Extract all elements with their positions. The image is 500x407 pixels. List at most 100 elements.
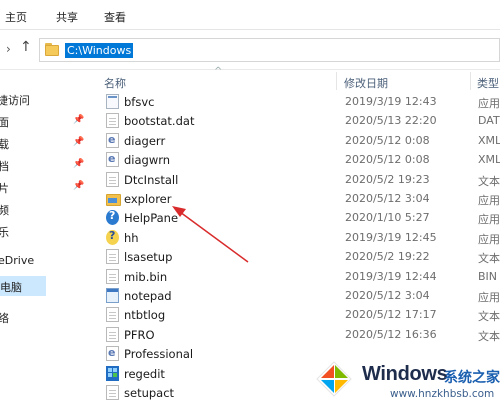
xml-file-icon — [106, 132, 119, 148]
nav-item-quick-access[interactable]: 捷访问 — [0, 92, 57, 108]
navigation-pane: 捷访问 面 📌 载 📌 档 📌 片 📌 频 乐 eDrive 电脑 络 — [0, 70, 93, 407]
file-name: regedit — [124, 366, 165, 381]
tab-home[interactable]: 主页 — [5, 9, 27, 25]
tab-share[interactable]: 共享 — [56, 9, 78, 25]
file-row[interactable]: diagerr 2020/5/12 0:08 XML — [93, 131, 500, 150]
reg-file-icon — [106, 365, 119, 381]
sort-ascending-icon: ^ — [214, 66, 223, 77]
file-name: mib.bin — [124, 269, 168, 284]
file-type: 应用 — [478, 213, 500, 227]
file-row[interactable]: lsasetup 2020/5/2 19:22 文本 — [93, 247, 500, 266]
file-modified-date: 2019/3/19 12:44 — [345, 269, 437, 283]
note-file-icon — [106, 288, 119, 303]
recent-locations-chevron-icon[interactable]: › — [6, 42, 11, 56]
xml-file-icon — [106, 152, 119, 168]
nav-item-desktop[interactable]: 面 — [0, 114, 9, 130]
nav-item-this-pc[interactable]: 电脑 — [0, 276, 46, 296]
file-name: PFRO — [124, 327, 155, 342]
file-modified-date: 2019/3/19 12:43 — [345, 95, 437, 108]
file-type: BIN — [478, 269, 498, 283]
file-modified-date: 2020/1/10 5:27 — [345, 211, 430, 225]
file-type: 应用 — [478, 232, 500, 246]
file-modified-date: 2019/3/19 12:45 — [345, 230, 437, 244]
file-row[interactable]: notepad 2020/5/12 3:04 应用 — [93, 286, 500, 305]
column-divider[interactable] — [470, 72, 471, 90]
file-row[interactable]: DtcInstall 2020/5/2 19:23 文本 — [93, 170, 500, 189]
file-name: notepad — [124, 289, 172, 303]
file-name: DtcInstall — [124, 172, 179, 187]
file-modified-date: 2020/5/12 3:04 — [345, 289, 430, 302]
file-type: 文本 — [478, 310, 500, 324]
column-header-name[interactable]: 名称 — [104, 75, 126, 91]
pin-icon[interactable]: 📌 — [73, 137, 84, 147]
file-name: HelpPane — [124, 211, 179, 226]
column-header-modified[interactable]: 修改日期 — [344, 75, 388, 91]
doc-file-icon — [106, 171, 119, 187]
file-type: 文本 — [478, 252, 500, 266]
file-modified-date: 2020/5/2 19:22 — [345, 250, 430, 264]
file-name: setupact — [124, 386, 175, 400]
file-name: explorer — [124, 192, 172, 206]
nav-item-videos[interactable]: 频 — [0, 202, 9, 218]
nav-item-network[interactable]: 络 — [0, 310, 9, 326]
file-type: DAT — [478, 114, 500, 128]
nav-item-onedrive[interactable]: eDrive — [0, 254, 34, 267]
doc-file-icon — [106, 268, 119, 284]
file-type: 应用 — [478, 291, 500, 304]
pin-icon[interactable]: 📌 — [73, 115, 84, 125]
address-path-text[interactable]: C:\Windows — [65, 43, 134, 58]
nav-item-documents[interactable]: 档 — [0, 158, 9, 174]
file-row[interactable]: explorer 2020/5/12 3:04 应用 — [93, 189, 500, 208]
pin-icon[interactable]: 📌 — [73, 181, 84, 191]
nav-item-music[interactable]: 乐 — [0, 224, 9, 240]
doc-file-icon — [106, 307, 119, 323]
file-modified-date: 2020/5/12 0:08 — [345, 133, 430, 147]
file-type: XML — [478, 133, 500, 147]
nav-item-pictures[interactable]: 片 — [0, 180, 9, 196]
file-type: 应用 — [478, 194, 500, 207]
tab-view[interactable]: 查看 — [104, 9, 126, 25]
file-type: XML — [478, 153, 500, 167]
file-name: diagerr — [124, 133, 166, 148]
file-row[interactable]: bootstat.dat 2020/5/13 22:20 DAT — [93, 111, 500, 130]
folder-icon — [45, 43, 59, 56]
address-row: › ↑ C:\Windows — [0, 30, 500, 70]
ribbon-bar: 主页 共享 查看 — [0, 0, 500, 30]
file-name: lsasetup — [124, 250, 173, 265]
file-modified-date: 2020/5/12 0:08 — [345, 153, 430, 167]
file-modified-date: 2020/5/2 19:23 — [345, 172, 430, 186]
file-modified-date: 2020/5/13 22:20 — [345, 114, 437, 128]
file-type: 应用 — [478, 97, 500, 110]
doc-file-icon — [106, 385, 119, 400]
explorer-file-icon — [106, 191, 121, 206]
xml-file-icon — [106, 346, 119, 362]
file-row[interactable]: HelpPane 2020/1/10 5:27 应用 — [93, 208, 500, 227]
column-header-type[interactable]: 类型 — [477, 75, 499, 91]
file-row[interactable]: diagwrn 2020/5/12 0:08 XML — [93, 150, 500, 169]
file-name: bootstat.dat — [124, 114, 195, 129]
file-name: diagwrn — [124, 153, 171, 168]
nav-item-downloads[interactable]: 载 — [0, 136, 9, 152]
doc-file-icon — [106, 326, 119, 342]
file-row[interactable]: bfsvc 2019/3/19 12:43 应用 — [93, 92, 500, 111]
column-divider[interactable] — [336, 72, 337, 90]
up-arrow-icon[interactable]: ↑ — [20, 39, 32, 55]
address-bar[interactable]: C:\Windows — [39, 38, 500, 62]
file-name: bfsvc — [124, 95, 155, 109]
watermark-brand: Windows — [362, 363, 448, 385]
pin-icon[interactable]: 📌 — [73, 159, 84, 169]
file-name: hh — [124, 230, 139, 245]
file-row[interactable]: mib.bin 2019/3/19 12:44 BIN — [93, 267, 500, 286]
file-modified-date: 2020/5/12 3:04 — [345, 192, 430, 205]
watermark-tagline: 系统之家 — [444, 370, 500, 386]
windows-logo-icon — [316, 361, 352, 397]
file-modified-date: 2020/5/12 17:17 — [345, 308, 437, 322]
hh-file-icon — [106, 229, 119, 245]
file-row[interactable]: PFRO 2020/5/12 16:36 文本 — [93, 325, 500, 344]
doc-file-icon — [106, 113, 119, 129]
file-row[interactable]: hh 2019/3/19 12:45 应用 — [93, 228, 500, 247]
exe-file-icon — [106, 94, 119, 109]
doc-file-icon — [106, 249, 119, 265]
file-row[interactable]: ntbtlog 2020/5/12 17:17 文本 — [93, 305, 500, 324]
help-file-icon — [106, 209, 119, 226]
